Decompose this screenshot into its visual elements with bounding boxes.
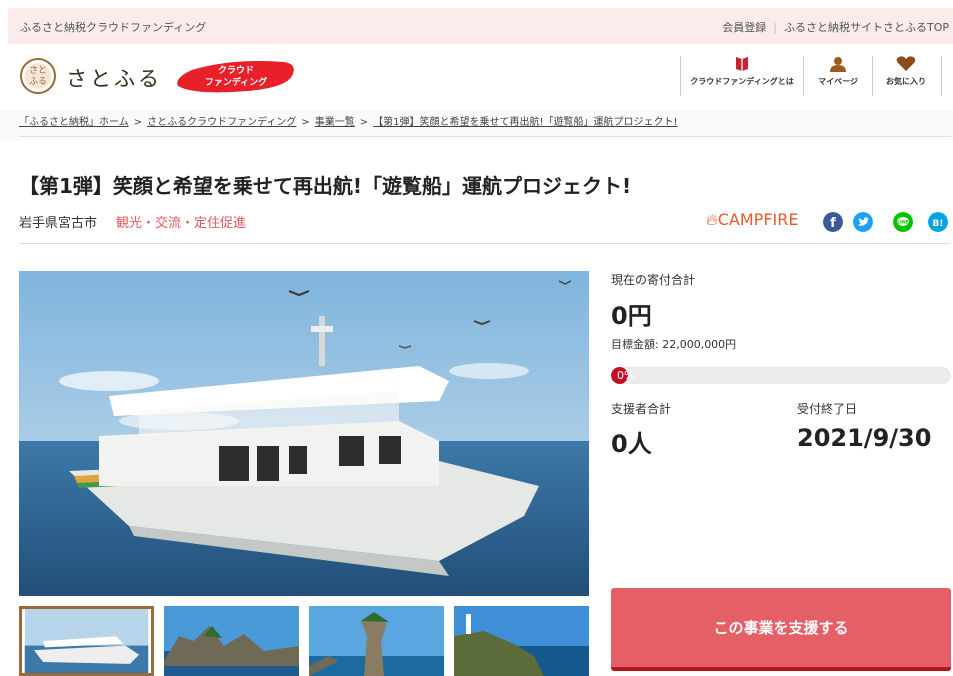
- top-bar: ふるさと納税クラウドファンディング 会員登録 | ふるさと納税サイトさとふるTOP: [8, 8, 953, 44]
- donation-label: 現在の寄付合計: [611, 273, 696, 287]
- satofull-top-link[interactable]: ふるさと納税サイトさとふるTOP: [784, 21, 949, 34]
- site-tagline: ふるさと納税クラウドファンディング: [20, 21, 207, 34]
- deadline-value: 2021/9/30: [797, 424, 932, 452]
- breadcrumb-separator: >: [359, 117, 369, 128]
- goal-amount: 目標金額: 22,000,000円: [611, 338, 737, 351]
- progress-bar: 0%: [611, 367, 951, 384]
- progress-percent: 0%: [617, 369, 635, 382]
- breadcrumb-crowdfunding[interactable]: さとふるクラウドファンディング: [147, 117, 296, 128]
- nav-favorites-label: お気に入り: [886, 77, 926, 86]
- category-link[interactable]: 観光・交流・定住促進: [116, 212, 246, 231]
- register-link[interactable]: 会員登録: [722, 21, 766, 34]
- support-button[interactable]: この事業を支援する: [611, 588, 951, 671]
- campfire-logo[interactable]: 🔥︎CAMPFIRE: [706, 210, 798, 230]
- deadline-label: 受付終了日: [797, 402, 858, 416]
- breadcrumb-home[interactable]: 「ふるさと納税」ホーム: [19, 117, 129, 128]
- line-icon[interactable]: LINE: [893, 212, 913, 232]
- twitter-icon[interactable]: [853, 212, 873, 232]
- nav-about[interactable]: クラウドファンディングとは: [686, 56, 798, 98]
- nav-divider: [803, 56, 804, 96]
- svg-text:さと: さと: [29, 65, 47, 76]
- thumbnail-lighthouse[interactable]: [454, 606, 589, 676]
- donation-value: 0円: [611, 302, 652, 330]
- breadcrumb: 「ふるさと納税」ホーム > さとふるクラウドファンディング > 事業一覧 > 【第1弾】笑顔…: [19, 113, 951, 137]
- badge-line2: ファンディング: [205, 76, 267, 88]
- facebook-icon[interactable]: f: [823, 212, 843, 232]
- svg-text:B!: B!: [933, 219, 944, 229]
- project-main-image: [19, 271, 589, 596]
- supporters-label: 支援者合計: [611, 402, 672, 416]
- nav-mypage[interactable]: マイページ: [809, 56, 867, 98]
- crowdfunding-badge[interactable]: クラウド ファンディング: [172, 56, 298, 96]
- breadcrumb-projects[interactable]: 事業一覧: [315, 117, 355, 128]
- logo-text[interactable]: さとふる: [66, 63, 162, 93]
- hatena-icon[interactable]: B!: [928, 212, 948, 232]
- location-label: 岩手県宮古市: [19, 216, 98, 231]
- thumbnail-coast[interactable]: [164, 606, 299, 676]
- nav-divider: [872, 56, 873, 96]
- nav-divider: [680, 56, 681, 96]
- nav-divider: [941, 56, 942, 96]
- top-links: 会員登録 | ふるさと納税サイトさとふるTOP: [722, 19, 949, 35]
- nav-mypage-label: マイページ: [818, 77, 858, 86]
- book-icon: [736, 57, 748, 71]
- svg-text:LINE: LINE: [897, 220, 908, 226]
- nav-about-label: クラウドファンディングとは: [690, 77, 794, 86]
- badge-line1: クラウド: [218, 65, 254, 76]
- breadcrumb-separator: >: [301, 117, 310, 128]
- svg-text:ふる: ふる: [29, 76, 47, 87]
- svg-text:f: f: [830, 216, 836, 231]
- flame-icon: 🔥︎: [706, 210, 718, 229]
- supporters-value: 0人: [611, 430, 652, 458]
- breadcrumb-current[interactable]: 【第1弾】笑顔と希望を乗せて再出航!「遊覧船」運航プロジェクト!: [373, 117, 677, 128]
- campfire-text: CAMPFIRE: [717, 210, 799, 229]
- user-icon: [830, 57, 846, 72]
- thumbnail-rock[interactable]: [309, 606, 444, 676]
- satofull-logo-icon[interactable]: さと ふる: [19, 57, 57, 95]
- nav-favorites[interactable]: お気に入り: [876, 56, 936, 98]
- page-title: 【第1弾】笑顔と希望を乗せて再出航!「遊覧船」運航プロジェクト!: [19, 174, 632, 198]
- thumbnail-ferry[interactable]: [19, 606, 154, 676]
- title-divider: [19, 243, 951, 244]
- heart-icon: [896, 56, 916, 71]
- breadcrumb-separator: >: [133, 117, 143, 128]
- separator: |: [773, 21, 777, 34]
